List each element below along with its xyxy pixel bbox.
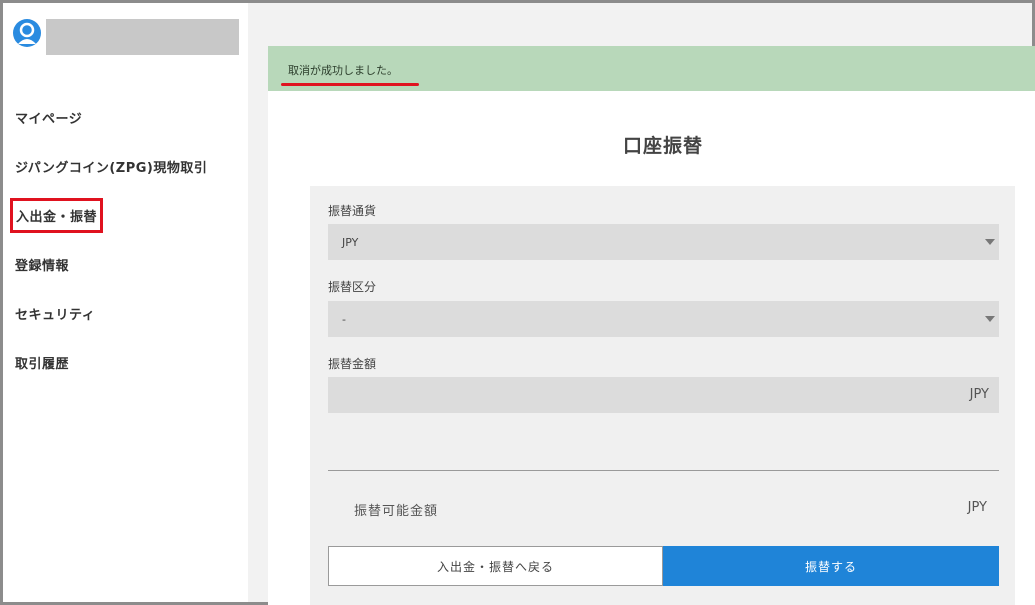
amount-label: 振替金額 <box>328 357 377 371</box>
main-content: 取消が成功しました。 口座振替 振替通貨 JPY 振替区分 - 振替金額 JPY <box>268 46 1035 605</box>
user-avatar-icon <box>13 19 41 47</box>
chevron-down-icon <box>985 239 995 245</box>
category-label: 振替区分 <box>328 280 377 294</box>
user-name-redacted <box>46 19 239 55</box>
sidebar: マイページ ジパングコイン(ZPG)現物取引 入出金・振替 登録情報 セキュリテ… <box>3 3 248 602</box>
sidebar-item-history[interactable]: 取引履歴 <box>15 338 207 387</box>
sidebar-item-mypage[interactable]: マイページ <box>15 93 207 142</box>
user-info <box>13 19 41 47</box>
sidebar-item-registration[interactable]: 登録情報 <box>15 240 207 289</box>
sidebar-item-zpg-trade[interactable]: ジパングコイン(ZPG)現物取引 <box>15 142 207 191</box>
available-amount-unit: JPY <box>967 500 987 515</box>
back-to-deposit-button[interactable]: 入出金・振替へ戻る <box>328 546 663 586</box>
currency-select[interactable]: JPY <box>328 224 999 260</box>
divider <box>328 470 999 471</box>
app-frame: マイページ ジパングコイン(ZPG)現物取引 入出金・振替 登録情報 セキュリテ… <box>0 0 1035 605</box>
category-select-value: - <box>342 312 346 326</box>
sidebar-item-deposit-transfer[interactable]: 入出金・振替 <box>10 191 207 240</box>
transfer-form: 振替通貨 JPY 振替区分 - 振替金額 JPY 振替可能金額 JPY 入出金・ <box>310 186 1015 605</box>
sidebar-nav: マイページ ジパングコイン(ZPG)現物取引 入出金・振替 登録情報 セキュリテ… <box>10 93 207 387</box>
category-select[interactable]: - <box>328 301 999 337</box>
sidebar-item-security[interactable]: セキュリティ <box>15 289 207 338</box>
amount-input[interactable]: JPY <box>328 377 999 413</box>
alert-message: 取消が成功しました。 <box>288 64 398 77</box>
page-title: 口座振替 <box>622 135 703 157</box>
success-alert: 取消が成功しました。 <box>268 46 1035 91</box>
transfer-card: 口座振替 振替通貨 JPY 振替区分 - 振替金額 JPY 振替可能金額 JPY… <box>268 91 1035 605</box>
transfer-submit-button[interactable]: 振替する <box>663 546 999 586</box>
available-amount-label: 振替可能金額 <box>354 504 439 519</box>
currency-label: 振替通貨 <box>328 204 377 218</box>
amount-unit: JPY <box>969 387 989 402</box>
chevron-down-icon <box>985 316 995 322</box>
currency-select-value: JPY <box>342 235 359 249</box>
alert-highlight-underline <box>281 83 419 86</box>
